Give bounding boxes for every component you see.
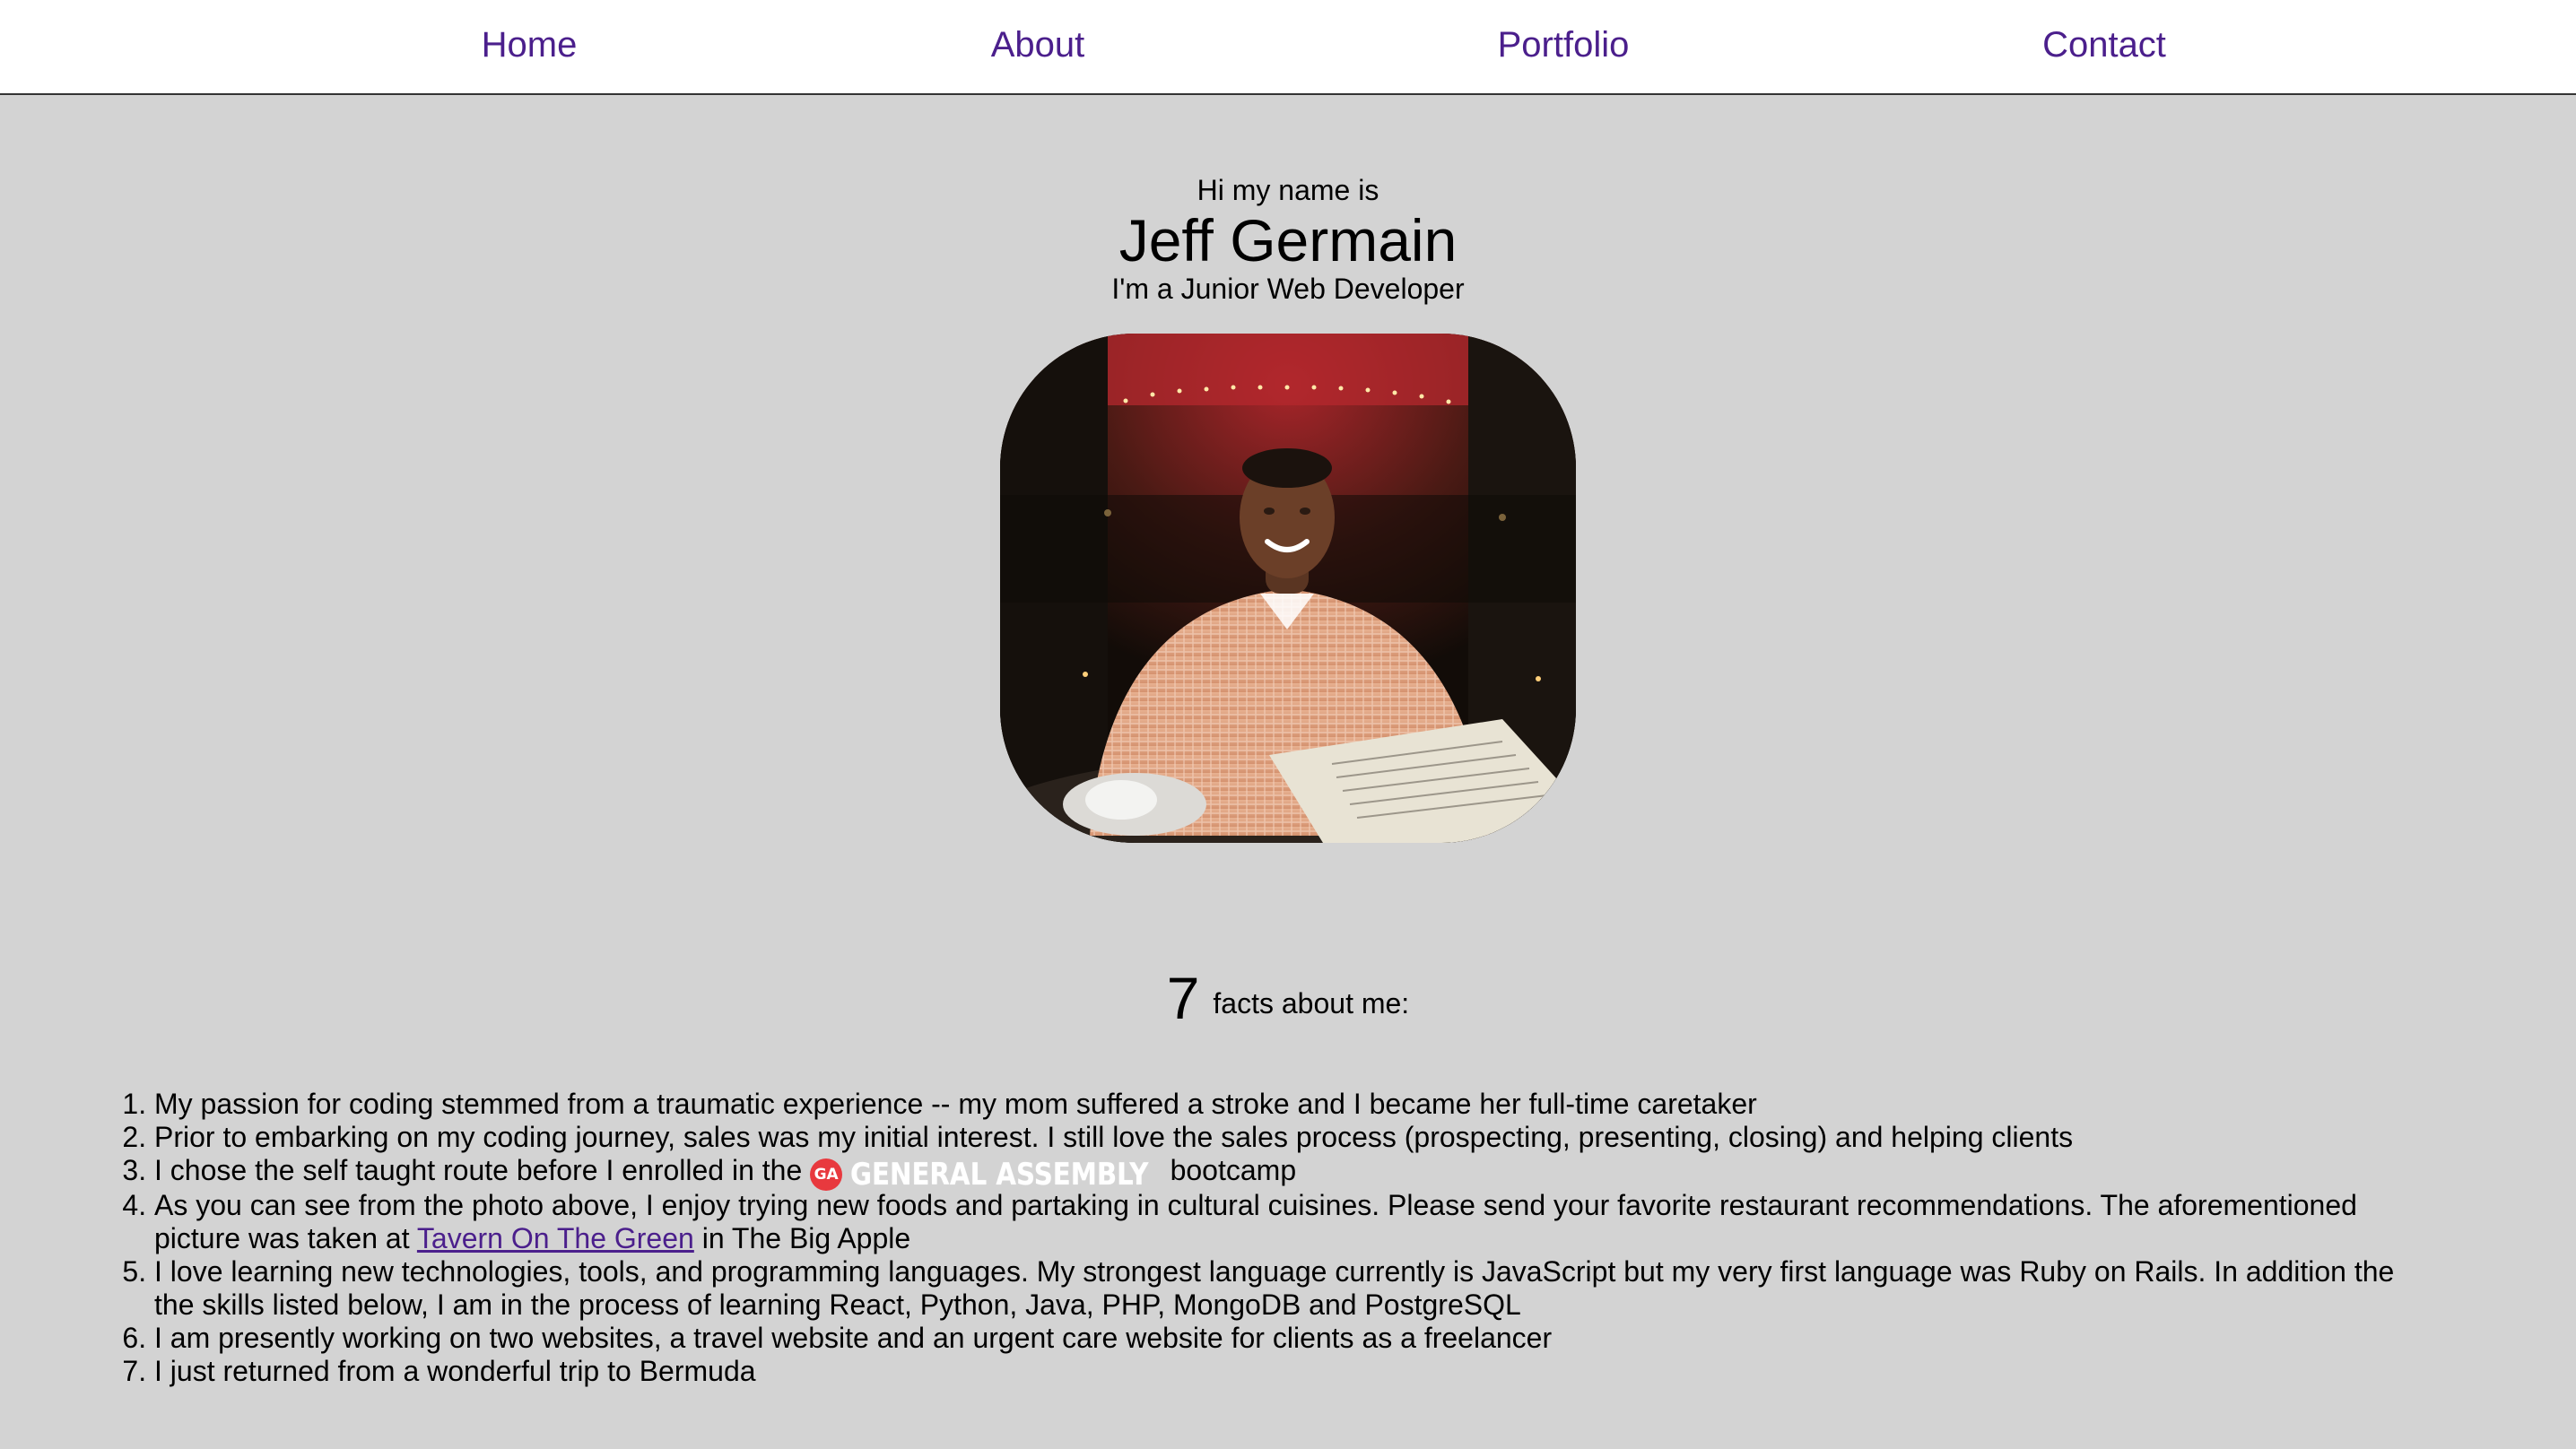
fact-text: bootcamp xyxy=(1170,1154,1297,1186)
tavern-on-the-green-link[interactable]: Tavern On The Green xyxy=(417,1222,694,1254)
fact-text: I love learning new technologies, tools,… xyxy=(154,1255,2395,1321)
fact-text: I chose the self taught route before I e… xyxy=(154,1154,811,1186)
fact-text: I am presently working on two websites, … xyxy=(154,1322,1553,1354)
fact-item: Prior to embarking on my coding journey,… xyxy=(154,1121,2415,1154)
fact-item: My passion for coding stemmed from a tra… xyxy=(154,1088,2415,1121)
job-title: I'm a Junior Web Developer xyxy=(1111,273,1465,305)
fact-item: I just returned from a wonderful trip to… xyxy=(154,1355,2415,1388)
fact-item: I am presently working on two websites, … xyxy=(154,1322,2415,1355)
ga-logo-text: GENERAL ASSEMBLY xyxy=(850,1156,1149,1193)
profile-photo xyxy=(1000,334,1576,843)
fact-text: Prior to embarking on my coding journey,… xyxy=(154,1121,2074,1153)
facts-count: 7 xyxy=(1166,965,1200,1031)
fact-item: As you can see from the photo above, I e… xyxy=(154,1189,2415,1255)
general-assembly-logo: GA GENERAL ASSEMBLY xyxy=(810,1155,1170,1193)
fact-text: I just returned from a wonderful trip to… xyxy=(154,1355,756,1387)
fact-item: I love learning new technologies, tools,… xyxy=(154,1255,2415,1322)
page-title: Jeff Germain xyxy=(1118,207,1458,273)
nav-contact-link[interactable]: Contact xyxy=(2042,20,2166,70)
fact-text: in The Big Apple xyxy=(693,1222,911,1254)
nav-portfolio-link[interactable]: Portfolio xyxy=(1498,20,1630,70)
facts-heading: 7 facts about me: xyxy=(0,964,2576,1032)
ga-badge-icon: GA xyxy=(810,1158,843,1191)
facts-heading-label: facts about me: xyxy=(1213,987,1410,1020)
fact-text: My passion for coding stemmed from a tra… xyxy=(154,1088,1757,1120)
nav-about-link[interactable]: About xyxy=(991,20,1085,70)
facts-list: My passion for coding stemmed from a tra… xyxy=(154,1088,2415,1388)
profile-photo-illustration xyxy=(1000,334,1576,843)
nav-home-link[interactable]: Home xyxy=(482,20,578,70)
fact-item: I chose the self taught route before I e… xyxy=(154,1154,2415,1193)
top-nav: Home About Portfolio Contact xyxy=(0,0,2576,95)
